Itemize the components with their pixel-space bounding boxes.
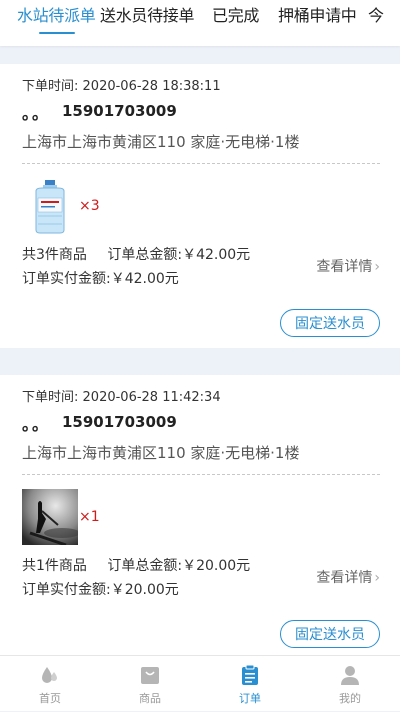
product-quantity: ×1 <box>79 509 100 525</box>
delivery-address: 上海市上海市黄浦区110 家庭·无电梯·1楼 <box>22 133 300 151</box>
nav-products[interactable]: 商品 <box>100 656 200 712</box>
nav-orders[interactable]: 订单 <box>200 656 300 712</box>
tab-completed[interactable]: 已完成 <box>212 5 259 27</box>
order-time-value: 2020-06-28 18:38:11 <box>82 79 221 94</box>
shopping-bag-icon <box>141 667 159 684</box>
photo-thumbnail-image <box>22 489 78 545</box>
paid-amount-label: 订单实付金额: <box>22 271 111 287</box>
view-details-label: 查看详情 <box>316 259 373 275</box>
chevron-right-icon: › <box>374 570 380 586</box>
nav-home[interactable]: 首页 <box>0 656 100 712</box>
assign-fixed-courier-button[interactable]: 固定送水员 <box>280 309 380 337</box>
nav-products-label: 商品 <box>139 692 161 705</box>
active-tab-indicator <box>39 32 75 34</box>
tab-station-pending[interactable]: 水站待派单 <box>17 5 96 27</box>
customer-name: 。。 <box>22 104 51 123</box>
order-card: 下单时间: 2020-06-28 18:38:11 。。 15901703009… <box>0 64 400 348</box>
chevron-right-icon: › <box>374 259 380 275</box>
divider <box>22 163 380 164</box>
order-time: 下单时间: 2020-06-28 18:38:11 <box>22 75 221 94</box>
nav-profile-label: 我的 <box>339 692 361 705</box>
view-details-link[interactable]: 查看详情 › <box>316 567 380 587</box>
tab-today[interactable]: 今 <box>368 5 384 27</box>
nav-home-label: 首页 <box>39 692 61 705</box>
total-amount-label: 订单总金额: <box>107 558 183 574</box>
total-amount: ￥20.00元 <box>182 558 251 574</box>
order-time-label: 下单时间: <box>22 79 79 94</box>
total-amount-label: 订单总金额: <box>107 247 183 263</box>
clipboard-icon <box>242 664 258 685</box>
item-count: 共1件商品 <box>22 558 87 574</box>
customer-name: 。。 <box>22 415 51 434</box>
view-details-link[interactable]: 查看详情 › <box>316 256 380 276</box>
paid-amount-row: 订单实付金额:￥42.00元 <box>22 268 195 288</box>
order-status-tabs: 水站待派单 送水员待接单 已完成 押桶申请中 今 <box>0 0 400 46</box>
tab-courier-pending[interactable]: 送水员待接单 <box>100 5 195 27</box>
total-amount: ￥42.00元 <box>182 247 251 263</box>
order-time-value: 2020-06-28 11:42:34 <box>82 390 221 405</box>
paid-amount: ￥42.00元 <box>110 271 179 287</box>
nav-profile[interactable]: 我的 <box>300 656 400 712</box>
bottom-navigation: 首页 商品 订单 我的 <box>0 655 400 711</box>
paid-amount: ￥20.00元 <box>110 582 179 598</box>
nav-orders-label: 订单 <box>239 692 261 705</box>
product-quantity: ×3 <box>79 198 100 214</box>
user-icon <box>341 666 359 685</box>
customer-phone: 15901703009 <box>62 102 177 120</box>
divider <box>22 474 380 475</box>
order-time-label: 下单时间: <box>22 390 79 405</box>
order-summary: 共1件商品 订单总金额:￥20.00元 <box>22 555 266 575</box>
customer-phone: 15901703009 <box>62 413 177 431</box>
delivery-address: 上海市上海市黄浦区110 家庭·无电梯·1楼 <box>22 444 300 462</box>
tab-deposit-applying[interactable]: 押桶申请中 <box>278 5 357 27</box>
water-drop-icon <box>42 667 57 683</box>
order-card: 下单时间: 2020-06-28 11:42:34 。。 15901703009… <box>0 375 400 655</box>
view-details-label: 查看详情 <box>316 570 373 586</box>
order-time: 下单时间: 2020-06-28 11:42:34 <box>22 386 221 405</box>
assign-fixed-courier-button[interactable]: 固定送水员 <box>280 620 380 648</box>
water-bottle-image <box>22 178 78 234</box>
item-count: 共3件商品 <box>22 247 87 263</box>
paid-amount-row: 订单实付金额:￥20.00元 <box>22 579 195 599</box>
paid-amount-label: 订单实付金额: <box>22 582 111 598</box>
order-summary: 共3件商品 订单总金额:￥42.00元 <box>22 244 266 264</box>
